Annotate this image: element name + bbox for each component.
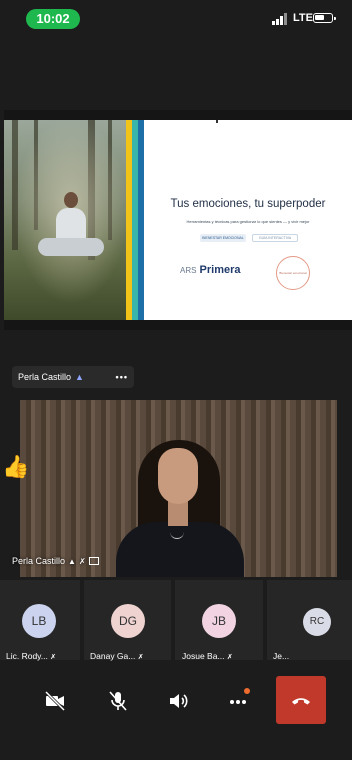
participant-label: Lic. Rody... ✗ bbox=[6, 651, 56, 661]
mic-off-icon bbox=[109, 691, 127, 711]
participant-name: Je... bbox=[273, 651, 290, 661]
slide-meditation-photo bbox=[4, 120, 126, 320]
participant-avatar: RC bbox=[303, 608, 331, 636]
hangup-button[interactable] bbox=[276, 676, 326, 724]
brand-name: Primera bbox=[199, 264, 241, 276]
participant-avatar: JB bbox=[202, 604, 236, 638]
video-name-tag: Perla Castillo ▲ ✗ bbox=[12, 552, 99, 570]
mic-toggle-button[interactable] bbox=[95, 678, 141, 724]
slide-title: Tus emociones, tu superpoder bbox=[170, 198, 326, 210]
presenter-more-button[interactable]: ••• bbox=[116, 372, 128, 382]
mic-muted-icon: ✗ bbox=[137, 654, 144, 661]
signal-icon bbox=[272, 13, 287, 25]
slide-brand-logo: ARS Primera bbox=[180, 264, 241, 276]
mic-muted-icon: ✗ bbox=[50, 654, 57, 661]
participant-tile[interactable]: RC Je... bbox=[267, 580, 352, 661]
presenting-icon: ▲ bbox=[75, 372, 84, 382]
participant-tile[interactable]: JB Josue Ba... ✗ bbox=[175, 580, 263, 661]
shared-screen[interactable]: Tus emociones, tu superpoder Herramienta… bbox=[4, 110, 352, 330]
status-time: 10:02 bbox=[26, 9, 80, 29]
participant-avatar: DG bbox=[111, 604, 145, 638]
presenter-name: Perla Castillo bbox=[18, 372, 72, 382]
status-bar: 10:02 LTE bbox=[0, 0, 352, 40]
participant-tile[interactable]: LB Lic. Rody... ✗ bbox=[0, 580, 80, 661]
main-video-tile[interactable] bbox=[20, 400, 337, 577]
slide-tag-secondary: GUÍA INTERACTIVA bbox=[252, 234, 298, 242]
video-person-face bbox=[158, 448, 198, 504]
thumbs-up-reaction: 👍 bbox=[2, 454, 30, 479]
notification-dot bbox=[244, 688, 250, 694]
battery-icon bbox=[313, 13, 336, 23]
mic-muted-icon: ✗ bbox=[78, 556, 86, 566]
participant-name: Josue Ba... bbox=[182, 651, 225, 661]
slide-subtitle: Herramientas y técnicas para gestionar l… bbox=[186, 219, 310, 224]
video-participant-name: Perla Castillo bbox=[12, 556, 66, 566]
presenting-icon: ▲ bbox=[68, 556, 76, 566]
call-controls bbox=[0, 668, 352, 738]
participant-avatar: LB bbox=[22, 604, 56, 638]
participant-tile[interactable]: DG Danay Ga... ✗ bbox=[84, 580, 171, 661]
speaker-icon bbox=[170, 694, 188, 708]
hangup-icon bbox=[292, 698, 310, 705]
participant-name: Danay Ga... bbox=[90, 651, 136, 661]
more-options-button[interactable] bbox=[215, 678, 261, 724]
camera-toggle-button[interactable] bbox=[32, 678, 78, 724]
slide-content: Tus emociones, tu superpoder Herramienta… bbox=[144, 120, 352, 320]
mic-muted-icon: ✗ bbox=[226, 654, 233, 661]
network-label: LTE bbox=[293, 12, 313, 24]
slide-color-stripe bbox=[126, 120, 144, 320]
screen-share-icon bbox=[88, 557, 99, 565]
camera-off-icon bbox=[44, 690, 66, 712]
brand-prefix: ARS bbox=[180, 266, 197, 275]
slide-tag-primary: BIENESTAR EMOCIONAL bbox=[200, 234, 246, 242]
participants-strip[interactable]: LB Lic. Rody... ✗ DG Danay Ga... ✗ JB Jo… bbox=[0, 580, 352, 661]
slide-seal: Bienestar emocional bbox=[276, 256, 310, 290]
participant-label: Danay Ga... ✗ bbox=[90, 651, 144, 661]
speaker-button[interactable] bbox=[155, 678, 201, 724]
participant-name: Lic. Rody... bbox=[6, 651, 48, 661]
participant-label: Josue Ba... ✗ bbox=[182, 651, 233, 661]
presenter-name-tag[interactable]: Perla Castillo ▲ ••• bbox=[12, 366, 134, 388]
